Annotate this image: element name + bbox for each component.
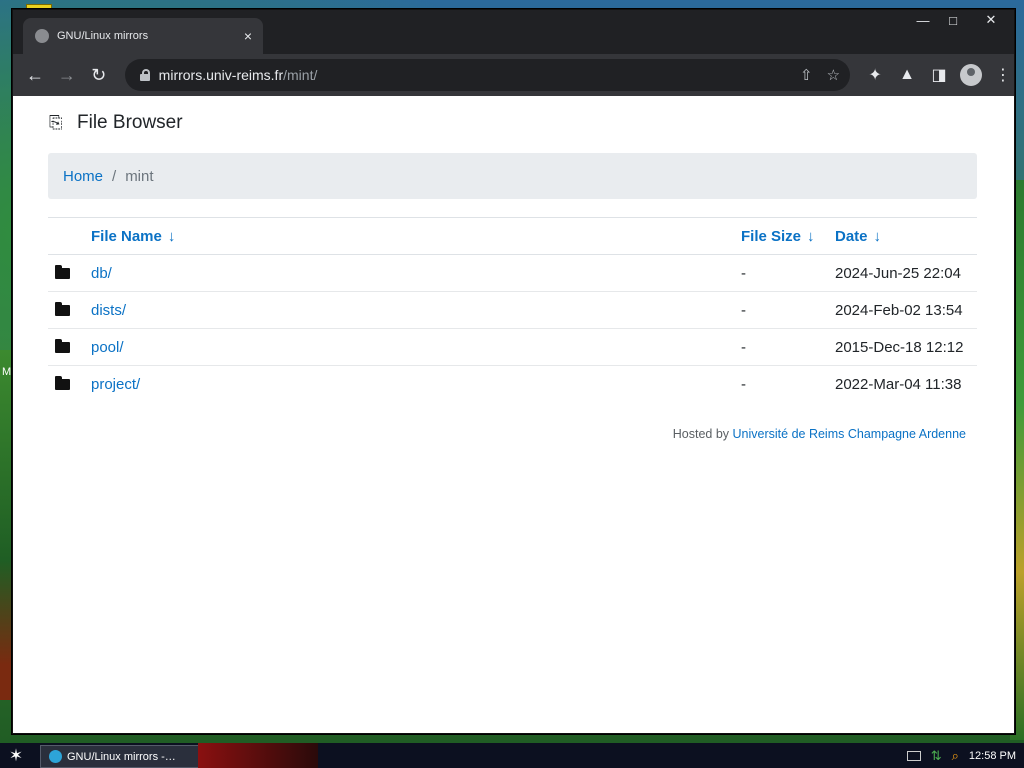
- file-size: -: [741, 264, 746, 282]
- file-date: 2024-Jun-25 22:04: [835, 264, 961, 282]
- sort-arrow-icon[interactable]: ↓: [874, 228, 882, 245]
- file-table: File Name ↓ File Size ↓ Date ↓ db/ - 2024-J…: [48, 217, 977, 402]
- university-link[interactable]: Université de Reims Champagne Ardenne: [733, 427, 966, 441]
- breadcrumb-home-link[interactable]: Home: [63, 168, 103, 185]
- window-controls: — □ ✕: [908, 10, 1014, 32]
- browser-window: GNU/Linux mirrors × — □ ✕ ← → ↻ mirrors.…: [12, 9, 1015, 734]
- folder-icon: [55, 301, 70, 316]
- folder-icon: [55, 375, 70, 390]
- folder-link[interactable]: dists/: [91, 302, 126, 319]
- file-size: -: [741, 301, 746, 319]
- menu-icon[interactable]: ⋮: [992, 64, 1014, 86]
- globe-icon: [49, 750, 62, 763]
- share-icon[interactable]: ⇧: [800, 66, 813, 84]
- sort-by-name-header[interactable]: File Name ↓: [90, 217, 740, 255]
- browser-tab[interactable]: GNU/Linux mirrors ×: [23, 18, 263, 54]
- network-icon[interactable]: ⇅: [931, 748, 942, 764]
- sort-by-date-header[interactable]: Date ↓: [834, 217, 977, 255]
- icon-column-header: [48, 217, 90, 255]
- back-arrow-icon[interactable]: ←: [19, 59, 51, 91]
- search-icon[interactable]: ⌕: [952, 748, 959, 764]
- keyboard-icon[interactable]: [906, 751, 921, 761]
- taskbar-window-label: GNU/Linux mirrors -…: [67, 750, 176, 763]
- minimize-icon[interactable]: —: [908, 10, 938, 30]
- table-row: db/ - 2024-Jun-25 22:04: [48, 254, 977, 292]
- maximize-icon[interactable]: □: [938, 10, 968, 30]
- url-path: /mint/: [283, 67, 318, 83]
- folder-icon: [55, 338, 70, 353]
- breadcrumb-current: mint: [125, 167, 154, 185]
- page-title: File Browser: [77, 112, 183, 133]
- tab-title: GNU/Linux mirrors: [57, 30, 149, 42]
- files-icon: ⎘: [49, 113, 63, 132]
- url-host: mirrors.univ-reims.fr: [158, 67, 284, 83]
- table-row: project/ - 2022-Mar-04 11:38: [48, 366, 977, 403]
- browser-toolbar: ← → ↻ mirrors.univ-reims.fr/mint/ ⇧ ☆ ✦ …: [13, 54, 1014, 96]
- browser-titlebar: GNU/Linux mirrors × — □ ✕: [13, 10, 1014, 54]
- sort-by-size-header[interactable]: File Size ↓: [740, 217, 834, 255]
- profile-icon[interactable]: [960, 64, 983, 86]
- breadcrumb-separator: /: [112, 167, 117, 185]
- address-bar[interactable]: mirrors.univ-reims.fr/mint/ ⇧ ☆: [124, 59, 851, 91]
- labs-icon[interactable]: ▲: [896, 64, 918, 86]
- clock[interactable]: 12:58 PM: [969, 750, 1016, 762]
- breadcrumb: Home / mint: [48, 153, 977, 199]
- file-date: 2022-Mar-04 11:38: [835, 375, 962, 393]
- folder-icon: [55, 264, 70, 279]
- side-panel-icon[interactable]: ◨: [928, 64, 950, 86]
- extensions-icon[interactable]: ✦: [864, 64, 886, 86]
- start-menu-icon[interactable]: ✶: [6, 746, 26, 766]
- system-tray: ⇅ ⌕ 12:58 PM: [906, 747, 1016, 765]
- file-size: -: [741, 375, 746, 393]
- taskbar-decoration: [198, 743, 318, 768]
- date-header-label[interactable]: Date: [835, 228, 868, 245]
- globe-icon: [35, 29, 49, 43]
- reload-icon[interactable]: ↻: [83, 59, 115, 91]
- taskbar-window-button[interactable]: GNU/Linux mirrors -…: [40, 745, 199, 768]
- name-header-label[interactable]: File Name: [91, 228, 162, 245]
- page-content: ⎘ File Browser Home / mint File Name ↓ Fi…: [13, 96, 1014, 733]
- table-header-row: File Name ↓ File Size ↓ Date ↓: [48, 217, 977, 255]
- sort-arrow-icon[interactable]: ↓: [168, 228, 176, 245]
- file-date: 2024-Feb-02 13:54: [835, 301, 963, 319]
- taskbar: ✶ GNU/Linux mirrors -… ⇅ ⌕ 12:58 PM: [0, 743, 1024, 768]
- footer: Hosted by Université de Reims Champagne …: [673, 427, 966, 441]
- star-icon[interactable]: ☆: [827, 66, 840, 84]
- folder-link[interactable]: project/: [91, 376, 140, 393]
- desktop-edge-text: M: [2, 366, 12, 378]
- folder-link[interactable]: db/: [91, 265, 112, 282]
- file-size: -: [741, 338, 746, 356]
- toolbar-actions: ✦ ▲ ◨ ⋮: [864, 64, 1014, 86]
- close-window-icon[interactable]: ✕: [968, 10, 1014, 30]
- sort-arrow-icon[interactable]: ↓: [807, 228, 815, 245]
- footer-prefix: Hosted by: [672, 427, 730, 441]
- page-header: ⎘ File Browser: [49, 112, 183, 134]
- table-row: dists/ - 2024-Feb-02 13:54: [48, 291, 977, 329]
- table-row: pool/ - 2015-Dec-18 12:12: [48, 328, 977, 366]
- file-date: 2015-Dec-18 12:12: [835, 338, 964, 356]
- folder-link[interactable]: pool/: [91, 339, 124, 356]
- lock-icon[interactable]: [139, 69, 151, 81]
- size-header-label[interactable]: File Size: [741, 228, 801, 245]
- close-tab-icon[interactable]: ×: [239, 28, 257, 44]
- forward-arrow-icon[interactable]: →: [51, 59, 83, 91]
